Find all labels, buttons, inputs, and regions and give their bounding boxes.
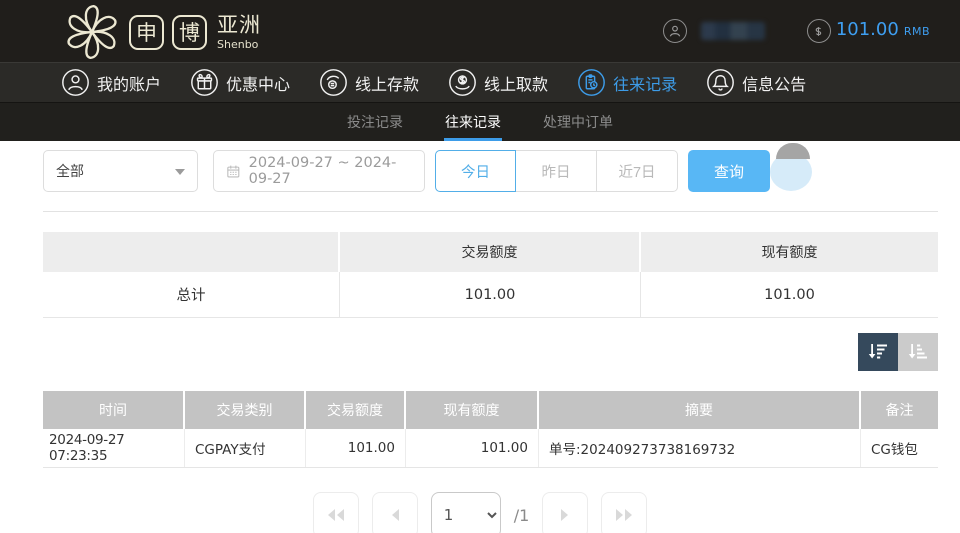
records-header-summary: 摘要 <box>539 391 861 429</box>
withdraw-icon <box>449 69 476 96</box>
sort-ascending-icon <box>906 340 930 364</box>
table-row: 2024-09-27 07:23:35 CGPAY支付 101.00 101.0… <box>43 429 938 468</box>
nav-item-transaction-records[interactable]: 往来记录 <box>578 69 677 96</box>
page-select[interactable]: 1 <box>431 492 501 533</box>
username-redacted[interactable] <box>701 22 765 40</box>
first-page-button[interactable] <box>313 492 359 533</box>
balance-display[interactable]: 101.00 RMB <box>807 19 930 43</box>
double-right-arrow-icon <box>614 508 634 522</box>
double-left-arrow-icon <box>326 508 346 522</box>
next-page-button[interactable] <box>542 492 588 533</box>
nav-item-announcements[interactable]: 信息公告 <box>707 69 806 96</box>
nav-item-withdraw[interactable]: 线上取款 <box>449 69 548 96</box>
gift-icon <box>191 69 218 96</box>
tab-pending-orders[interactable]: 处理中订单 <box>543 103 613 142</box>
record-remark: CG钱包 <box>861 429 938 467</box>
records-header-trade-amount: 交易额度 <box>306 391 406 429</box>
logo-subtitle: Shenbo <box>217 39 261 50</box>
summary-header-row: 交易额度 现有额度 <box>43 232 938 272</box>
records-icon <box>578 69 605 96</box>
user-icon <box>62 69 89 96</box>
main-navigation: 我的账户 优惠中心 线上存款 线上取款 <box>0 62 960 102</box>
filter-bar: 全部 2024-09-27 ~ 2024-09-27 今日 昨日 近7日 查询 <box>43 150 770 192</box>
sort-descending-icon <box>866 340 890 364</box>
summary-current-amount-value: 101.00 <box>641 272 938 317</box>
last-page-button[interactable] <box>601 492 647 533</box>
nav-item-my-account[interactable]: 我的账户 <box>62 69 161 96</box>
logo-char-box-2: 博 <box>172 15 207 50</box>
flower-logo-icon <box>63 4 121 60</box>
brand-logo[interactable]: 申 博 亚洲 Shenbo <box>63 4 261 60</box>
bell-icon <box>707 69 734 96</box>
sort-ascending-button[interactable] <box>898 333 938 371</box>
date-range-input[interactable]: 2024-09-27 ~ 2024-09-27 <box>213 150 425 192</box>
deposit-icon <box>320 69 347 96</box>
summary-header-empty <box>43 232 340 272</box>
total-pages-label: /1 <box>514 506 530 525</box>
yesterday-button[interactable]: 昨日 <box>516 150 597 192</box>
type-filter-select[interactable]: 全部 <box>43 150 198 192</box>
pagination: 1 /1 <box>0 492 960 533</box>
summary-table: 交易额度 现有额度 总计 101.00 101.00 <box>43 232 938 318</box>
right-arrow-icon <box>559 508 571 522</box>
nav-item-promotions[interactable]: 优惠中心 <box>191 69 290 96</box>
summary-header-trade-amount: 交易额度 <box>340 232 641 272</box>
record-time: 2024-09-27 07:23:35 <box>43 429 185 467</box>
logo-char-box-1: 申 <box>129 15 164 50</box>
records-header-time: 时间 <box>43 391 185 429</box>
record-type-tabs: 投注记录 往来记录 处理中订单 <box>0 102 960 141</box>
balance-currency: RMB <box>904 25 930 38</box>
left-arrow-icon <box>389 508 401 522</box>
today-button[interactable]: 今日 <box>435 150 516 192</box>
records-header-row: 时间 交易类别 交易额度 现有额度 摘要 备注 <box>43 391 938 429</box>
summary-total-row: 总计 101.00 101.00 <box>43 272 938 318</box>
last-7-days-button[interactable]: 近7日 <box>597 150 678 192</box>
calendar-icon <box>226 163 241 180</box>
record-current-amount: 101.00 <box>406 429 539 467</box>
records-header-remark: 备注 <box>861 391 938 429</box>
floating-widget[interactable] <box>768 143 820 189</box>
record-trade-amount: 101.00 <box>306 429 406 467</box>
floating-widget-head <box>776 143 810 159</box>
sort-descending-button[interactable] <box>858 333 898 371</box>
transaction-records-page: 申 博 亚洲 Shenbo 101.00 RMB <box>0 0 960 533</box>
content-area: 全部 2024-09-27 ~ 2024-09-27 今日 昨日 近7日 查询 <box>0 141 960 533</box>
summary-total-label: 总计 <box>43 272 340 317</box>
summary-trade-amount-value: 101.00 <box>340 272 641 317</box>
sort-controls <box>858 333 938 371</box>
section-divider <box>43 211 938 212</box>
chevron-down-icon <box>175 169 185 175</box>
records-header-type: 交易类别 <box>185 391 306 429</box>
summary-header-current-amount: 现有额度 <box>641 232 938 272</box>
quick-date-buttons: 今日 昨日 近7日 <box>435 150 678 192</box>
records-table: 时间 交易类别 交易额度 现有额度 摘要 备注 2024-09-27 07:23… <box>43 391 938 468</box>
record-summary: 单号:202409273738169732 <box>539 429 861 467</box>
balance-amount: 101.00 <box>836 19 899 40</box>
user-avatar-icon[interactable] <box>663 19 687 43</box>
record-type: CGPAY支付 <box>185 429 306 467</box>
search-button[interactable]: 查询 <box>688 150 770 192</box>
top-header: 申 博 亚洲 Shenbo 101.00 RMB <box>0 0 960 62</box>
records-header-current-amount: 现有额度 <box>406 391 539 429</box>
nav-item-deposit[interactable]: 线上存款 <box>320 69 419 96</box>
previous-page-button[interactable] <box>372 492 418 533</box>
tab-betting-records[interactable]: 投注记录 <box>347 103 403 142</box>
tab-transaction-records[interactable]: 往来记录 <box>445 103 501 142</box>
dollar-coin-icon <box>807 19 831 43</box>
logo-region-text: 亚洲 <box>217 15 261 36</box>
